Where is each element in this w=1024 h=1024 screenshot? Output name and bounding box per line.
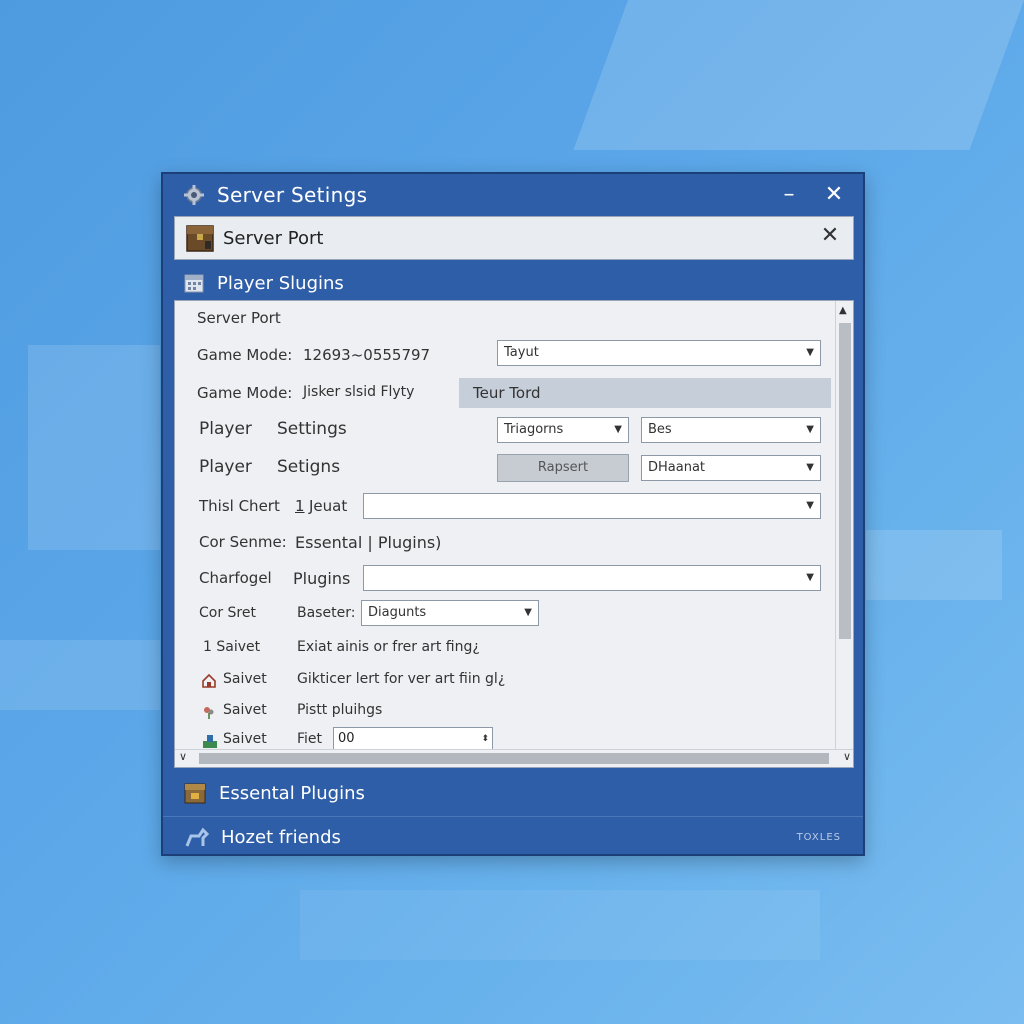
furnace-icon — [183, 781, 207, 805]
close-window-button[interactable]: ✕ — [818, 180, 850, 210]
row-label: Player — [199, 419, 252, 439]
calendar-icon — [183, 272, 205, 294]
sapling-icon — [201, 731, 219, 749]
dropdown-value: Bes — [648, 422, 672, 437]
settings-panel: Server Port Game Mode: 12693~0555797 Tay… — [174, 300, 854, 768]
essential-plugins-label: Essental Plugins — [219, 782, 365, 804]
background-block — [866, 530, 1002, 600]
background-block — [0, 640, 160, 710]
dropdown-arrow-icon: ▼ — [614, 424, 622, 435]
row-value: Exiat ainis or frer art fing¿ — [297, 639, 480, 655]
player-settings-dropdown-a[interactable]: Triagorns ▼ — [497, 417, 629, 443]
settings-row: Cor Sret Baseter: Diagunts ▼ — [175, 599, 835, 629]
row-value: Gikticer lert for ver art fiin gl¿ — [297, 671, 506, 687]
dropdown-arrow-icon: ▼ — [806, 347, 814, 358]
row-label: Cor Senme: — [199, 533, 287, 551]
horse-icon — [183, 826, 209, 850]
mode-banner[interactable]: Teur Tord — [459, 378, 831, 408]
scroll-down-icon[interactable]: ∨ — [843, 750, 851, 763]
row-value: Settings — [277, 419, 347, 439]
friends-tag: TOXLES — [796, 832, 841, 843]
background-block — [300, 890, 820, 960]
row-value: Setigns — [277, 457, 341, 477]
dropdown-value: Tayut — [504, 345, 539, 360]
settings-row: Game Mode: 12693~0555797 Tayut ▼ — [175, 340, 835, 370]
settings-row: Player Settings Triagorns ▼ Bes ▼ — [175, 415, 835, 445]
horizontal-scrollbar[interactable]: ∨ ∨ — [175, 749, 853, 767]
dropdown-value: DHaanat — [648, 460, 706, 475]
flower-icon — [201, 702, 217, 720]
player-settings-dropdown-c[interactable]: DHaanat ▼ — [641, 455, 821, 481]
dropdown-value: Diagunts — [368, 605, 427, 620]
player-plugins-section-header[interactable]: Player Slugins — [163, 262, 863, 304]
spinner-icon[interactable]: ⬍ — [481, 728, 489, 750]
row-label: Game Mode: — [197, 346, 293, 364]
row-value: Jeuat — [309, 497, 348, 515]
friends-label: Hozet friends — [221, 827, 341, 848]
settings-row: Charfogel Plugins ▼ — [175, 563, 835, 593]
row-label: Saivet — [223, 731, 267, 747]
scroll-up-icon[interactable]: ▲ — [839, 305, 847, 316]
friends-section-header[interactable]: Hozet friends TOXLES — [163, 816, 863, 858]
dropdown-arrow-icon: ▼ — [524, 607, 532, 618]
row-value: Pistt pluihgs — [297, 702, 383, 718]
panel-header: Server Port — [197, 309, 281, 327]
window-title: Server Setings — [217, 183, 368, 207]
chart-dropdown[interactable]: ▼ — [363, 493, 821, 519]
row-link[interactable]: 1 — [295, 497, 305, 515]
row-label: 1 Saivet — [203, 639, 261, 655]
row-value: Baseter: — [297, 605, 356, 621]
vertical-scrollbar[interactable]: ▲ — [835, 301, 853, 749]
dropdown-arrow-icon: ▼ — [806, 572, 814, 583]
chest-icon — [185, 223, 215, 253]
essential-plugins-section-header[interactable]: Essental Plugins — [163, 772, 863, 814]
row-value: Plugins — [293, 569, 351, 588]
settings-row: Cor Senme: Essental | Plugins) — [175, 527, 835, 557]
row-label: Player — [199, 457, 252, 477]
row-label: Thisl Chert — [199, 497, 280, 515]
row-label: Charfogel — [199, 569, 272, 587]
row-value: 12693~0555797 — [303, 346, 431, 364]
title-bar: Server Setings – ✕ — [163, 174, 863, 216]
background-block — [573, 0, 1024, 150]
horizontal-scroll-thumb[interactable] — [199, 753, 829, 764]
scroll-down-icon[interactable]: ∨ — [179, 750, 187, 763]
close-server-port-button[interactable]: ✕ — [817, 223, 843, 248]
server-port-bar[interactable]: Server Port ✕ — [174, 216, 854, 260]
settings-row: Game Mode: Jisker slsid Flyty Teur Tord — [175, 378, 835, 408]
player-settings-dropdown-b[interactable]: Bes ▼ — [641, 417, 821, 443]
house-icon — [201, 671, 217, 689]
vertical-scroll-thumb[interactable] — [839, 323, 851, 639]
row-label: Cor Sret — [199, 605, 256, 621]
panel-header-row: Server Port — [175, 303, 835, 333]
dropdown-arrow-icon: ▼ — [806, 462, 814, 473]
server-settings-window: Server Setings – ✕ Server Port ✕ Player … — [161, 172, 865, 856]
fiet-number-input[interactable]: 00 ⬍ — [333, 727, 493, 751]
settings-row: Thisl Chert 1 Jeuat ▼ — [175, 491, 835, 521]
row-label: Saivet — [223, 671, 267, 687]
settings-row: Saivet Gikticer lert for ver art fiin gl… — [175, 665, 835, 695]
row-value: Jisker slsid Flyty — [303, 384, 415, 400]
dropdown-arrow-icon: ▼ — [806, 500, 814, 511]
row-value: Essental | Plugins) — [295, 533, 442, 552]
background-block — [28, 345, 160, 550]
plugins-dropdown[interactable]: ▼ — [363, 565, 821, 591]
rapsert-button[interactable]: Rapsert — [497, 454, 629, 482]
minimize-button[interactable]: – — [773, 180, 805, 210]
input-value: 00 — [338, 731, 355, 746]
game-mode-dropdown[interactable]: Tayut ▼ — [497, 340, 821, 366]
baseter-dropdown[interactable]: Diagunts ▼ — [361, 600, 539, 626]
dropdown-arrow-icon: ▼ — [806, 424, 814, 435]
settings-row: Saivet Pistt pluihgs — [175, 696, 835, 726]
settings-row: Player Setigns Rapsert DHaanat ▼ — [175, 453, 835, 483]
row-value: Fiet — [297, 731, 323, 747]
server-port-label: Server Port — [223, 227, 324, 249]
settings-row: 1 Saivet Exiat ainis or frer art fing¿ — [175, 633, 835, 663]
gear-icon — [183, 184, 205, 206]
row-label: Game Mode: — [197, 384, 293, 402]
row-label: Saivet — [223, 702, 267, 718]
dropdown-value: Triagorns — [504, 422, 564, 437]
player-plugins-label: Player Slugins — [217, 272, 344, 294]
